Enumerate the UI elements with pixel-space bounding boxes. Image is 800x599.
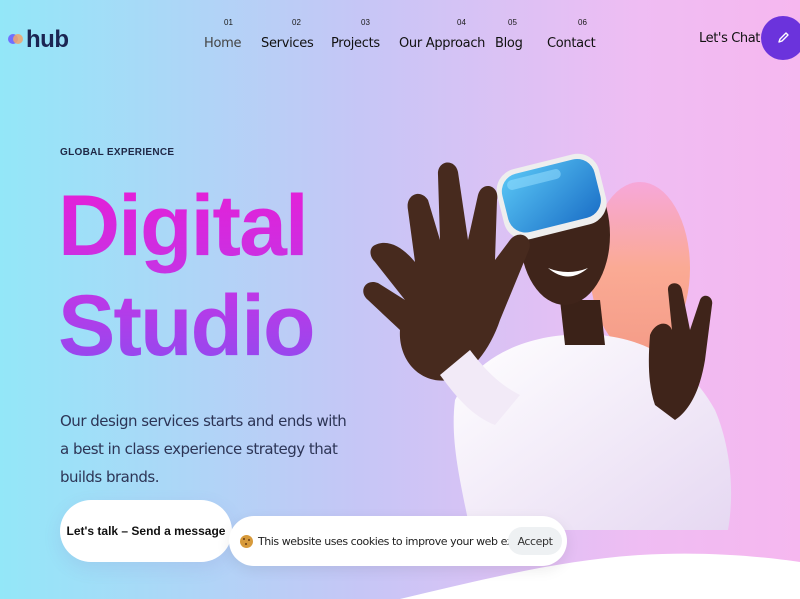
logo-text: hub: [26, 26, 69, 53]
send-message-button[interactable]: Let's talk – Send a message: [60, 500, 232, 562]
logo-icon: [8, 32, 24, 48]
nav-label[interactable]: Our Approach: [399, 36, 485, 51]
hero-headline: Digital Studio: [58, 176, 314, 376]
nav-number: 06: [578, 18, 587, 27]
nav-number: 04: [457, 18, 466, 27]
nav-label[interactable]: Contact: [547, 36, 596, 51]
nav-label[interactable]: Services: [261, 36, 314, 51]
hero-eyebrow: GLOBAL EXPERIENCE: [60, 147, 175, 158]
logo[interactable]: hub: [8, 26, 69, 54]
lets-chat-link[interactable]: Let's Chat: [699, 31, 760, 46]
hero-description: Our design services starts and ends with…: [60, 412, 347, 486]
neck: [560, 300, 605, 345]
pencil-icon: [778, 32, 789, 43]
nav-number: 01: [224, 18, 233, 27]
nav-number: 02: [292, 18, 301, 27]
cookie-icon: [240, 534, 253, 548]
nav-label[interactable]: Projects: [331, 36, 380, 51]
nav-number: 05: [508, 18, 517, 27]
nav-label[interactable]: Home: [204, 36, 242, 51]
chat-button[interactable]: [761, 16, 800, 60]
page: hub 01 Home 02 Services 03 Projects 04 O…: [0, 0, 800, 599]
accept-cookies-button[interactable]: Accept: [508, 527, 562, 555]
cookie-banner: This website uses cookies to improve you…: [229, 516, 567, 566]
nav-label[interactable]: Blog: [495, 36, 523, 51]
headline-line-2: Studio: [58, 278, 314, 374]
nav-number: 03: [361, 18, 370, 27]
headline-line-1: Digital: [58, 178, 307, 274]
